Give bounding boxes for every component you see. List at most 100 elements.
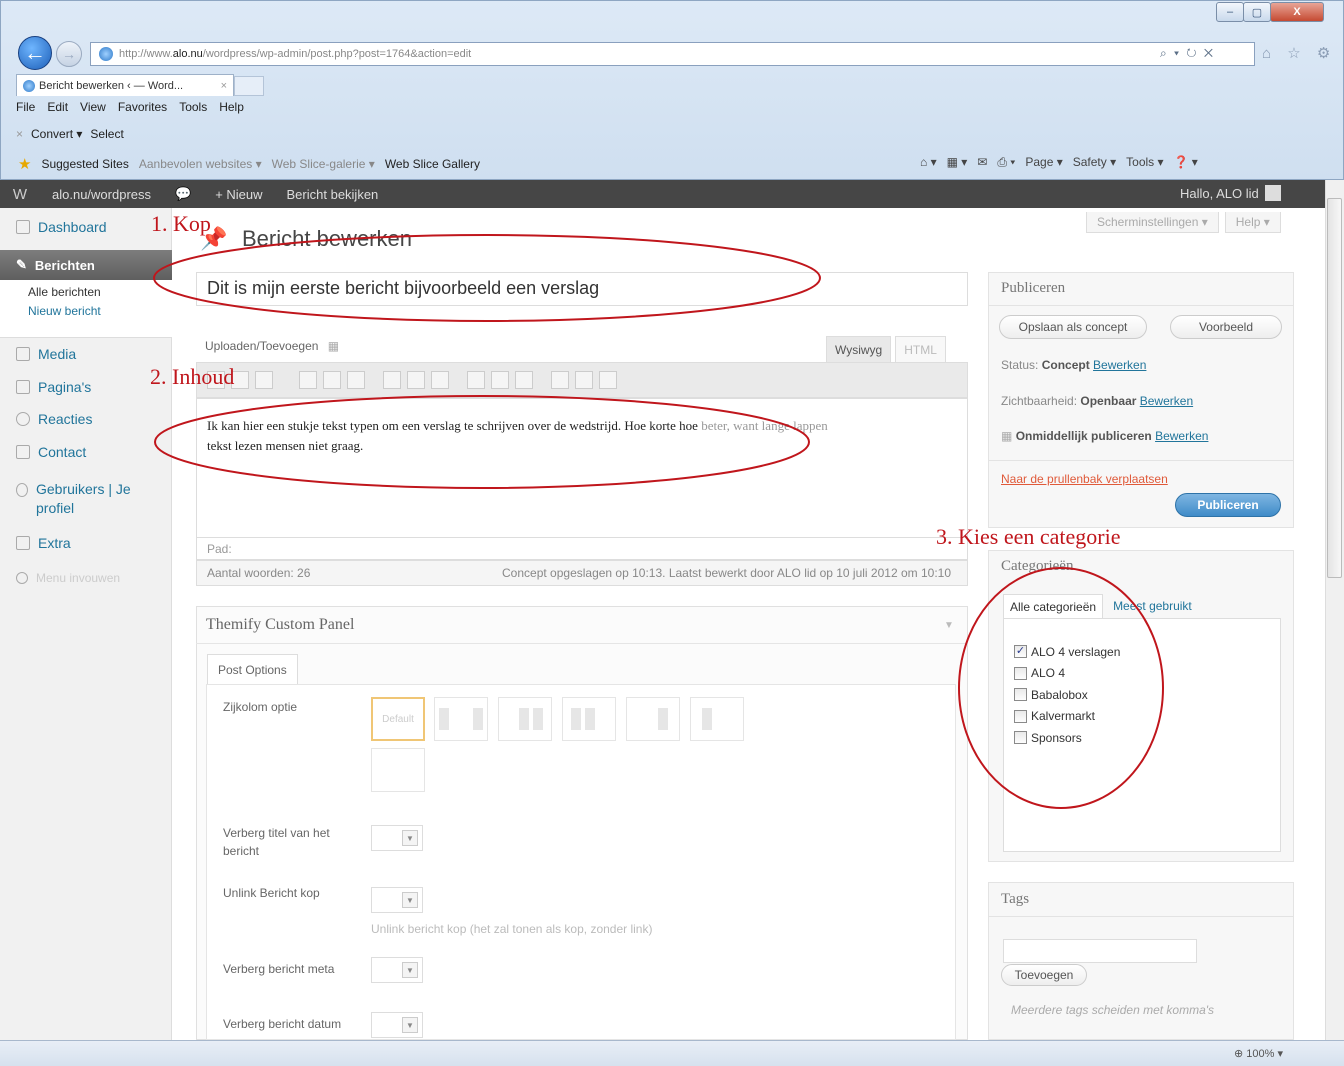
new-tab-button[interactable] bbox=[234, 76, 264, 96]
save-draft-button[interactable]: Opslaan als concept bbox=[999, 315, 1147, 339]
add-tag-button[interactable]: Toevoegen bbox=[1001, 964, 1087, 986]
menu-tools[interactable]: Tools bbox=[179, 100, 207, 118]
category-checkbox[interactable]: ✓ bbox=[1014, 645, 1027, 659]
convert-button[interactable]: Convert ▾ bbox=[31, 127, 82, 141]
submenu-new-post[interactable]: Nieuw bericht bbox=[0, 304, 172, 318]
layout-sidebar-left-narrow[interactable] bbox=[690, 697, 744, 741]
zoom-level[interactable]: ⊕ 100% ▾ bbox=[1234, 1047, 1283, 1060]
adminbar-view-post[interactable]: Bericht bekijken bbox=[275, 187, 391, 202]
toolbar-close-icon[interactable]: × bbox=[16, 127, 23, 141]
list-item[interactable]: ✓ ALO 4 verslagen bbox=[1014, 641, 1280, 663]
tab-post-options[interactable]: Post Options bbox=[207, 654, 298, 685]
menu-edit[interactable]: Edit bbox=[47, 100, 68, 118]
upload-add-media[interactable]: Uploaden/Toevoegen ▦ bbox=[205, 339, 339, 353]
close-window-button[interactable]: X bbox=[1270, 2, 1324, 22]
adminbar-site[interactable]: alo.nu/wordpress bbox=[40, 187, 163, 202]
select-button[interactable]: Select bbox=[90, 127, 123, 141]
panel-toggle-icon[interactable]: ▼ bbox=[944, 620, 954, 631]
layout-sidebar-right[interactable] bbox=[626, 697, 680, 741]
list-item[interactable]: Babalobox bbox=[1014, 684, 1280, 706]
menu-view[interactable]: View bbox=[80, 100, 106, 118]
fav-aanbevolen[interactable]: Aanbevolen websites ▾ bbox=[139, 157, 262, 171]
adminbar-new[interactable]: + Nieuw bbox=[203, 187, 274, 202]
hide-date-select[interactable]: ▼ bbox=[371, 1012, 423, 1038]
layout-sidebar-left[interactable] bbox=[434, 697, 488, 741]
tab-html[interactable]: HTML bbox=[895, 336, 946, 363]
category-checkbox[interactable] bbox=[1014, 709, 1027, 723]
align-left-icon[interactable] bbox=[383, 371, 401, 389]
preview-button[interactable]: Voorbeeld bbox=[1170, 315, 1282, 339]
menu-help[interactable]: Help bbox=[219, 100, 244, 118]
tab-most-used[interactable]: Meest gebruikt bbox=[1103, 594, 1202, 620]
cmd-page[interactable]: Page ▾ bbox=[1025, 155, 1062, 170]
align-right-icon[interactable] bbox=[431, 371, 449, 389]
menu-favorites[interactable]: Favorites bbox=[118, 100, 167, 118]
tab-all-categories[interactable]: Alle categorieën bbox=[1003, 594, 1104, 620]
unlink-icon[interactable] bbox=[491, 371, 509, 389]
unlink-title-select[interactable]: ▼ bbox=[371, 887, 423, 913]
status-edit-link[interactable]: Bewerken bbox=[1093, 358, 1146, 372]
menu-file[interactable]: File bbox=[16, 100, 35, 118]
layout-two-sidebars-left[interactable] bbox=[562, 697, 616, 741]
comments-icon[interactable]: 💬 bbox=[163, 186, 203, 202]
minimize-button[interactable]: – bbox=[1216, 2, 1244, 22]
cmd-help[interactable]: ❓ ▾ bbox=[1174, 155, 1198, 170]
forward-button[interactable]: → bbox=[56, 41, 82, 67]
strikethrough-icon[interactable] bbox=[255, 371, 273, 389]
bullet-list-icon[interactable] bbox=[299, 371, 317, 389]
browser-tab[interactable]: Bericht bewerken ‹ — Word... × bbox=[16, 74, 234, 96]
address-tools[interactable]: ⌕ ▾ ↻ ✕ bbox=[1160, 46, 1215, 61]
sidebar-item-users[interactable]: Gebruikers | Je profiel bbox=[0, 474, 150, 518]
sidebar-item-dashboard[interactable]: Dashboard bbox=[0, 214, 172, 240]
numbered-list-icon[interactable] bbox=[323, 371, 341, 389]
post-title-input[interactable]: Dit is mijn eerste bericht bijvoorbeeld … bbox=[196, 272, 968, 306]
hide-meta-select[interactable]: ▼ bbox=[371, 957, 423, 983]
adminbar-account[interactable]: Hallo, ALO lid bbox=[1180, 185, 1281, 201]
visibility-edit-link[interactable]: Bewerken bbox=[1140, 394, 1193, 408]
layout-full-width[interactable] bbox=[371, 748, 425, 792]
sidebar-item-contact[interactable]: Contact bbox=[0, 440, 172, 464]
tab-close-icon[interactable]: × bbox=[221, 80, 227, 92]
tag-input[interactable] bbox=[1003, 939, 1197, 963]
category-checkbox[interactable] bbox=[1014, 666, 1027, 680]
list-item[interactable]: Sponsors bbox=[1014, 727, 1280, 749]
address-bar[interactable]: http://www. alo.nu/wordpress/wp-admin/pos… bbox=[90, 42, 1255, 66]
themify-panel-title[interactable]: Themify Custom Panel bbox=[196, 606, 968, 644]
category-checkbox[interactable] bbox=[1014, 688, 1027, 702]
align-center-icon[interactable] bbox=[407, 371, 425, 389]
fullscreen-icon[interactable] bbox=[575, 371, 593, 389]
more-tag-icon[interactable] bbox=[515, 371, 533, 389]
blockquote-icon[interactable] bbox=[347, 371, 365, 389]
list-item[interactable]: ALO 4 bbox=[1014, 663, 1280, 685]
post-content-editor[interactable]: Ik kan hier een stukje tekst typen om ee… bbox=[196, 398, 968, 538]
maximize-button[interactable]: ▢ bbox=[1243, 2, 1271, 22]
layout-default[interactable]: Default bbox=[371, 697, 425, 741]
home-favorites-settings-icons[interactable]: ⌂ ☆ ⚙ bbox=[1262, 44, 1336, 62]
cmd-tools[interactable]: Tools ▾ bbox=[1126, 155, 1163, 170]
sidebar-item-extra[interactable]: Extra bbox=[0, 531, 172, 555]
fav-webslice-galerie[interactable]: Web Slice-galerie ▾ bbox=[272, 157, 375, 171]
star-icon[interactable]: ★ bbox=[18, 155, 31, 173]
schedule-edit-link[interactable]: Bewerken bbox=[1155, 429, 1208, 443]
scrollbar-thumb[interactable] bbox=[1327, 198, 1342, 578]
publish-button[interactable]: Publiceren bbox=[1175, 493, 1281, 517]
fav-suggested-sites[interactable]: Suggested Sites bbox=[41, 157, 128, 171]
submenu-all-posts[interactable]: Alle berichten bbox=[0, 280, 172, 304]
sidebar-collapse[interactable]: Menu invouwen bbox=[0, 568, 172, 588]
list-item[interactable]: Kalvermarkt bbox=[1014, 706, 1280, 728]
link-icon[interactable] bbox=[467, 371, 485, 389]
hide-title-select[interactable]: ▼ bbox=[371, 825, 423, 851]
kitchen-sink-icon[interactable] bbox=[599, 371, 617, 389]
tab-wysiwyg[interactable]: Wysiwyg bbox=[826, 336, 892, 363]
sidebar-item-comments[interactable]: Reacties bbox=[0, 407, 172, 431]
cmd-mail[interactable]: ✉ bbox=[977, 155, 987, 170]
sidebar-item-berichten[interactable]: ✎ Berichten bbox=[0, 250, 172, 280]
cmd-home[interactable]: ⌂ ▾ bbox=[920, 155, 937, 170]
sidebar-item-pages[interactable]: Pagina's bbox=[0, 375, 172, 399]
move-to-trash-link[interactable]: Naar de prullenbak verplaatsen bbox=[1001, 472, 1168, 486]
help-button[interactable]: Help ▾ bbox=[1224, 212, 1281, 233]
layout-two-sidebars-right[interactable] bbox=[498, 697, 552, 741]
category-checkbox[interactable] bbox=[1014, 731, 1027, 745]
cmd-safety[interactable]: Safety ▾ bbox=[1073, 155, 1116, 170]
sidebar-item-media[interactable]: Media bbox=[0, 342, 172, 366]
